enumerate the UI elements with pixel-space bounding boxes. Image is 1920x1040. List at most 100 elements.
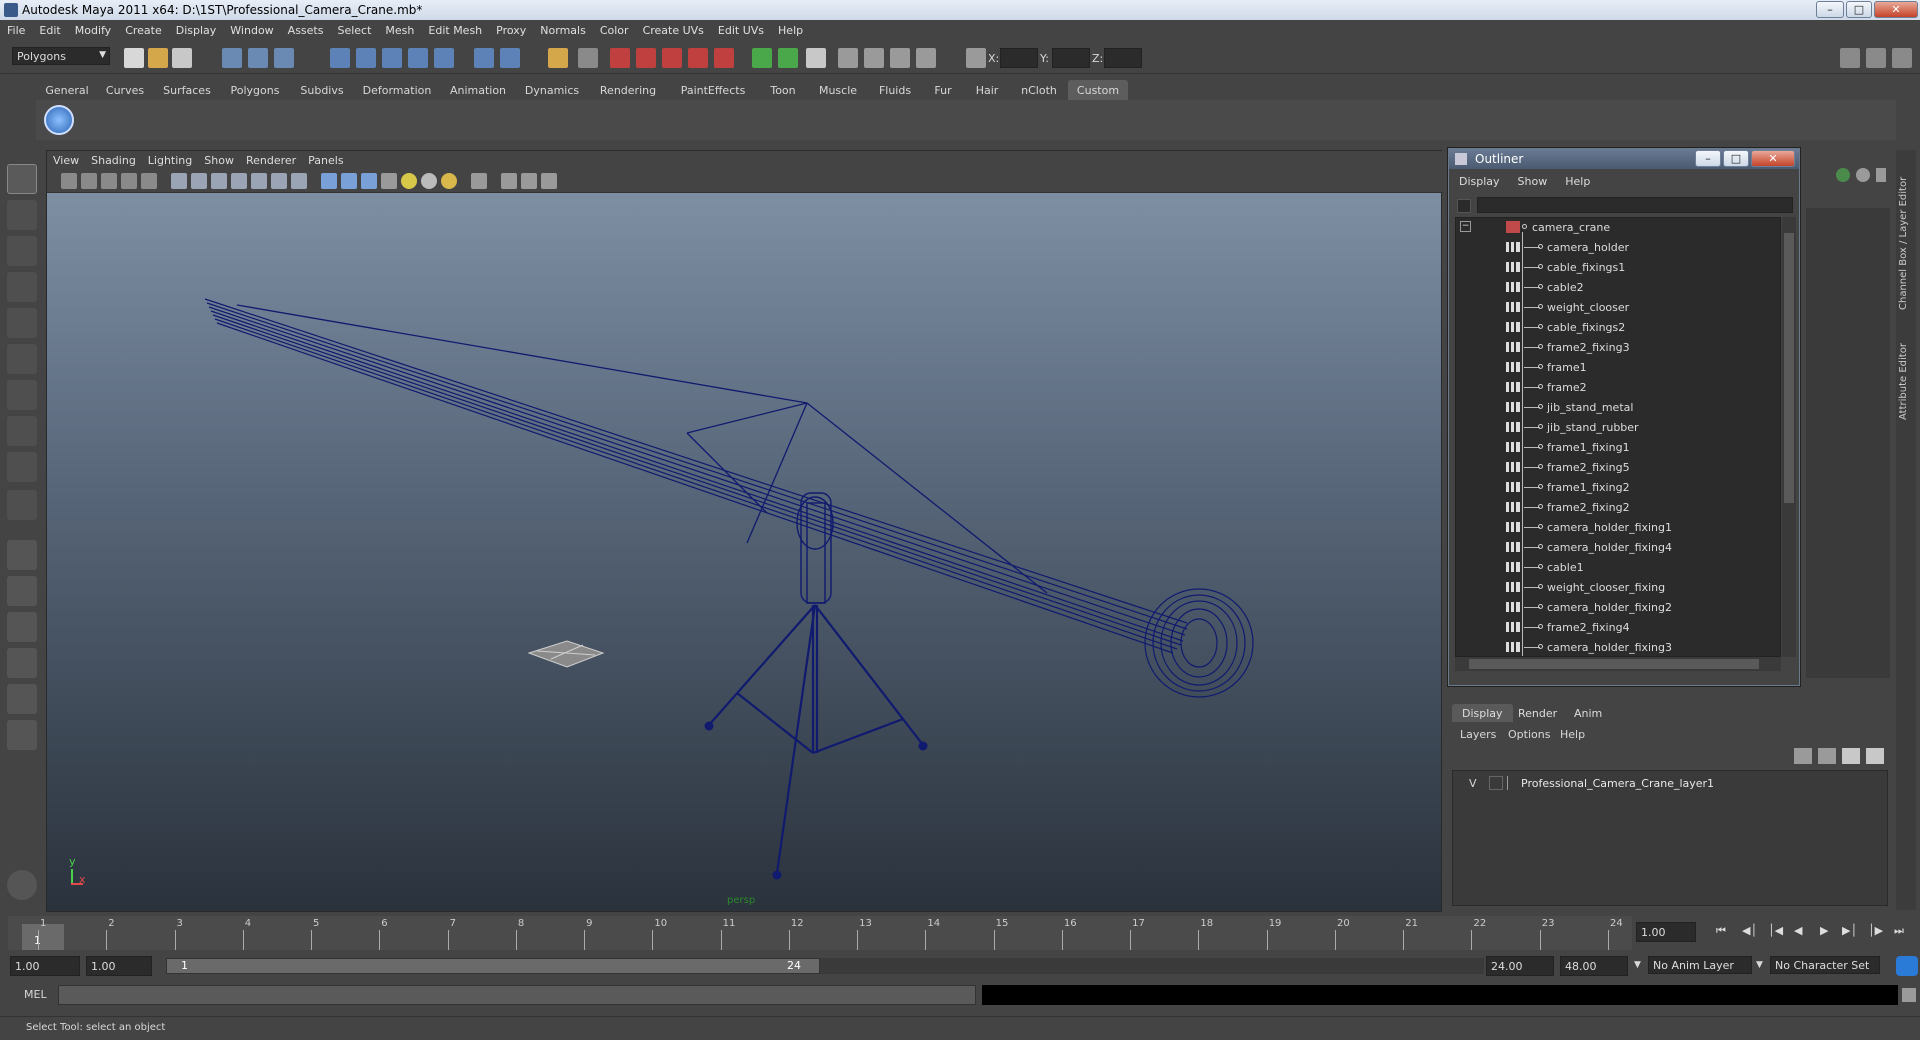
absolute-transform-icon[interactable] bbox=[966, 48, 986, 68]
outliner-row[interactable]: frame1_fixing1 bbox=[1456, 438, 1776, 458]
shelf-tab-dynamics[interactable]: Dynamics bbox=[516, 80, 588, 100]
outliner-row[interactable]: camera_holder_fixing3 bbox=[1456, 638, 1776, 656]
menu-modify[interactable]: Modify bbox=[68, 20, 118, 42]
script-editor-icon[interactable] bbox=[1902, 988, 1916, 1002]
textured-icon[interactable] bbox=[381, 173, 397, 189]
xray-icon[interactable] bbox=[501, 173, 517, 189]
show-hide-channel-box-icon[interactable] bbox=[864, 48, 884, 68]
play-forwards-icon[interactable]: ▶ bbox=[1820, 924, 1828, 937]
step-forward-frame-icon[interactable]: │▶ bbox=[1868, 924, 1883, 937]
smooth-shade-icon[interactable] bbox=[341, 173, 357, 189]
chevron-down-icon[interactable]: ▼ bbox=[1756, 960, 1763, 970]
layout-channel-icon[interactable] bbox=[1892, 48, 1912, 68]
outliner-row[interactable]: jib_stand_metal bbox=[1456, 398, 1776, 418]
character-set-dropdown[interactable]: No Character Set bbox=[1770, 956, 1880, 974]
resolution-gate-icon[interactable] bbox=[211, 173, 227, 189]
outliner-row[interactable]: frame2_fixing3 bbox=[1456, 338, 1776, 358]
selection-mask-icon[interactable] bbox=[578, 48, 598, 68]
move-layer-down-icon[interactable] bbox=[1818, 748, 1836, 764]
menu-create[interactable]: Create bbox=[118, 20, 169, 42]
current-time-input[interactable]: 1.00 bbox=[1636, 922, 1696, 942]
scale-tool-icon[interactable] bbox=[7, 344, 37, 374]
step-back-frame-icon[interactable]: ◀│ bbox=[1742, 924, 1757, 937]
layer-type-toggle[interactable] bbox=[1489, 776, 1503, 790]
menu-proxy[interactable]: Proxy bbox=[489, 20, 533, 42]
outliner-horizontal-scrollbar[interactable] bbox=[1455, 657, 1781, 671]
layer-tab-anim[interactable]: Anim bbox=[1564, 704, 1612, 722]
range-slider[interactable]: 1 24 bbox=[166, 958, 820, 974]
outliner-row[interactable]: cable1 bbox=[1456, 558, 1776, 578]
two-d-pan-zoom-icon[interactable] bbox=[141, 173, 157, 189]
outliner-search-input[interactable] bbox=[1477, 197, 1793, 213]
open-scene-icon[interactable] bbox=[148, 48, 168, 68]
help-icon[interactable] bbox=[500, 48, 520, 68]
outliner-tree[interactable]: − camera_crane camera_holder cable_fixing… bbox=[1455, 217, 1781, 657]
outliner-row[interactable]: cable_fixings1 bbox=[1456, 258, 1776, 278]
input-ops-icon[interactable] bbox=[752, 48, 772, 68]
play-backwards-icon[interactable]: ◀ bbox=[1794, 924, 1802, 937]
snap-point-icon[interactable] bbox=[382, 48, 402, 68]
layout-four-pane-icon[interactable] bbox=[7, 576, 37, 606]
outliner-menu-display[interactable]: Display bbox=[1449, 173, 1508, 188]
outliner-menu-show[interactable]: Show bbox=[1508, 173, 1556, 188]
safe-title-icon[interactable] bbox=[291, 173, 307, 189]
shelf-tab-hair[interactable]: Hair bbox=[964, 80, 1010, 100]
wireframe-on-shaded-icon[interactable] bbox=[361, 173, 377, 189]
shelf-tab-polygons[interactable]: Polygons bbox=[220, 80, 290, 100]
field-chart-icon[interactable] bbox=[251, 173, 267, 189]
shelf-tab-painteffects[interactable]: PaintEffects bbox=[668, 80, 758, 100]
history-icon[interactable] bbox=[474, 48, 494, 68]
image-plane-icon[interactable] bbox=[121, 173, 137, 189]
viewport-menu-panels[interactable]: Panels bbox=[302, 151, 349, 167]
select-component-icon[interactable] bbox=[274, 48, 294, 68]
save-scene-icon[interactable] bbox=[172, 48, 192, 68]
outliner-row[interactable]: frame1 bbox=[1456, 358, 1776, 378]
render-settings-icon[interactable] bbox=[662, 48, 682, 68]
xray-joints-icon[interactable] bbox=[521, 173, 537, 189]
outliner-row[interactable]: weight_clooser_fixing bbox=[1456, 578, 1776, 598]
gate-mask-icon[interactable] bbox=[231, 173, 247, 189]
new-layer-icon[interactable] bbox=[1842, 748, 1860, 764]
shelf-tab-deformation[interactable]: Deformation bbox=[354, 80, 440, 100]
auto-key-icon[interactable] bbox=[1896, 956, 1918, 976]
outliner-row[interactable]: frame2_fixing5 bbox=[1456, 458, 1776, 478]
outliner-row[interactable]: camera_holder_fixing1 bbox=[1456, 518, 1776, 538]
command-language-label[interactable]: MEL bbox=[24, 988, 47, 1001]
collapse-icon[interactable]: − bbox=[1460, 221, 1471, 232]
isolate-select-icon[interactable] bbox=[471, 173, 487, 189]
outliner-row[interactable]: frame2 bbox=[1456, 378, 1776, 398]
hotbox-icon[interactable] bbox=[7, 870, 37, 900]
outliner-row[interactable]: camera_holder_fixing4 bbox=[1456, 538, 1776, 558]
layout-single-icon[interactable] bbox=[1840, 48, 1860, 68]
camera-attributes-icon[interactable] bbox=[81, 173, 97, 189]
channel-box-icon-2[interactable] bbox=[1856, 168, 1870, 182]
menu-mesh[interactable]: Mesh bbox=[378, 20, 421, 42]
animation-start-input[interactable]: 1.00 bbox=[10, 956, 80, 976]
minimize-button[interactable]: – bbox=[1816, 1, 1844, 18]
go-to-end-icon[interactable]: ⏭ bbox=[1894, 924, 1904, 938]
chevron-down-icon[interactable]: ▼ bbox=[1634, 960, 1641, 970]
command-input[interactable] bbox=[58, 985, 976, 1005]
channel-box-icon[interactable] bbox=[1836, 168, 1850, 182]
layer-menu-help[interactable]: Help bbox=[1560, 728, 1585, 741]
select-camera-icon[interactable] bbox=[61, 173, 77, 189]
outliner-row-root[interactable]: − camera_crane bbox=[1456, 218, 1776, 238]
snap-grid-icon[interactable] bbox=[330, 48, 350, 68]
shelf-tab-muscle[interactable]: Muscle bbox=[808, 80, 868, 100]
ipr-render-icon[interactable] bbox=[636, 48, 656, 68]
rotate-tool-icon[interactable] bbox=[7, 308, 37, 338]
paint-select-tool-icon[interactable] bbox=[7, 236, 37, 266]
menu-edit-uvs[interactable]: Edit UVs bbox=[711, 20, 771, 42]
menu-edit-mesh[interactable]: Edit Mesh bbox=[421, 20, 489, 42]
outliner-row[interactable]: camera_holder_fixing2 bbox=[1456, 598, 1776, 618]
select-object-icon[interactable] bbox=[248, 48, 268, 68]
move-layer-up-icon[interactable] bbox=[1794, 748, 1812, 764]
outliner-hscroll-thumb[interactable] bbox=[1469, 659, 1759, 669]
make-live-icon[interactable] bbox=[434, 48, 454, 68]
menuset-dropdown[interactable]: Polygons ▼ bbox=[12, 47, 110, 65]
show-hide-attribute-editor-icon[interactable] bbox=[916, 48, 936, 68]
outliner-minimize-button[interactable]: – bbox=[1695, 150, 1721, 167]
time-slider[interactable]: 1 12345678910111213141516171819202122232… bbox=[8, 916, 1632, 950]
menu-select[interactable]: Select bbox=[330, 20, 378, 42]
menu-normals[interactable]: Normals bbox=[533, 20, 593, 42]
